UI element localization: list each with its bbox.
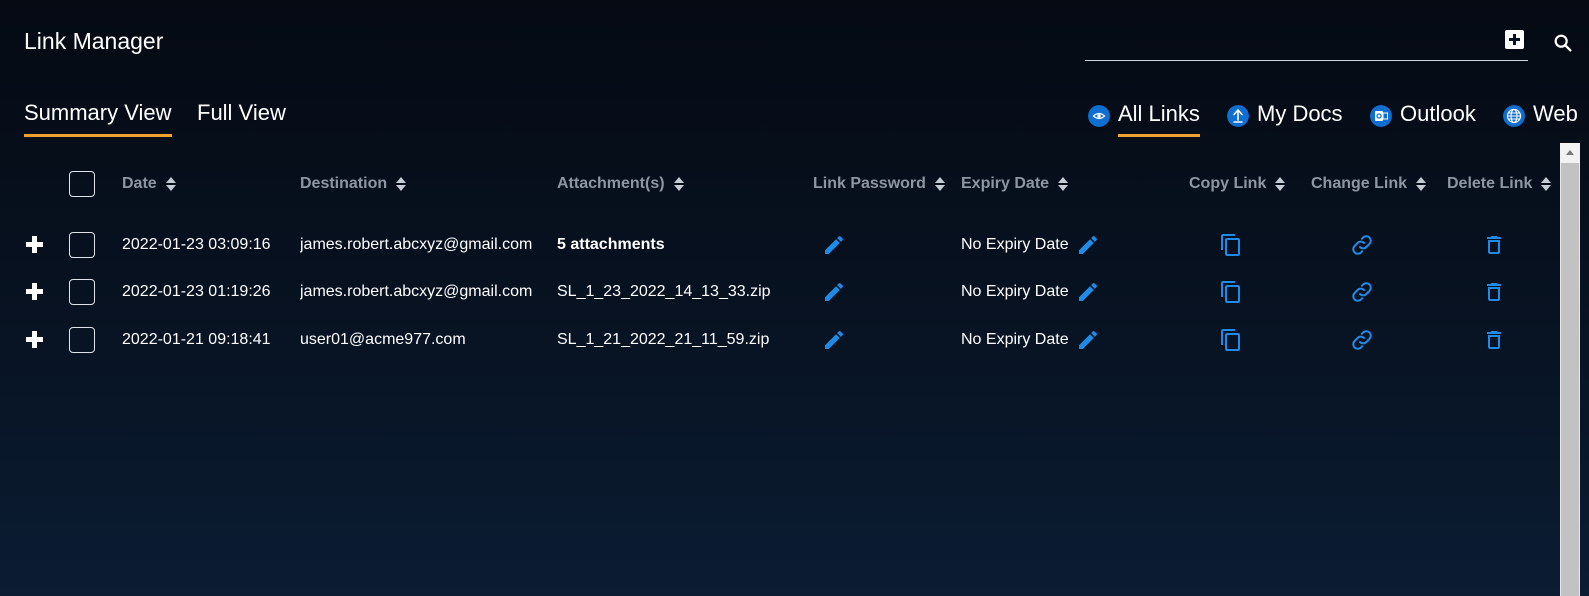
pencil-icon[interactable] bbox=[1076, 328, 1100, 352]
sort-icon bbox=[673, 177, 684, 191]
cell-date: 2022-01-21 09:18:41 bbox=[122, 331, 271, 348]
cell-expiry-date: No Expiry Date bbox=[961, 331, 1069, 348]
trash-icon[interactable] bbox=[1482, 328, 1506, 352]
link-icon[interactable] bbox=[1350, 328, 1374, 352]
vertical-scrollbar[interactable] bbox=[1560, 143, 1580, 596]
pencil-icon[interactable] bbox=[822, 328, 846, 352]
row-checkbox[interactable] bbox=[69, 279, 95, 305]
pencil-icon[interactable] bbox=[1076, 280, 1100, 304]
cell-destination: james.robert.abcxyz@gmail.com bbox=[300, 236, 533, 253]
tab-full-view[interactable]: Full View bbox=[197, 100, 286, 134]
filter-my-docs-label: My Docs bbox=[1257, 101, 1343, 126]
filter-outlook[interactable]: Outlook bbox=[1370, 101, 1476, 133]
link-icon[interactable] bbox=[1350, 233, 1374, 257]
pencil-icon[interactable] bbox=[822, 280, 846, 304]
filter-all-links-label: All Links bbox=[1118, 101, 1200, 137]
eye-icon bbox=[1088, 105, 1110, 127]
cell-attachments: SL_1_21_2022_21_11_59.zip bbox=[557, 331, 770, 348]
sort-icon bbox=[1275, 177, 1286, 191]
cell-destination: james.robert.abcxyz@gmail.com bbox=[300, 283, 533, 300]
column-header-copy-link[interactable]: Copy Link bbox=[1189, 175, 1286, 193]
add-link-button[interactable] bbox=[1505, 30, 1524, 49]
cell-attachments-link[interactable]: 5 attachments bbox=[557, 236, 665, 254]
cell-date: 2022-01-23 01:19:26 bbox=[122, 283, 271, 300]
sort-icon bbox=[165, 177, 176, 191]
cell-expiry-date: No Expiry Date bbox=[961, 283, 1069, 300]
scrollbar-thumb[interactable] bbox=[1561, 163, 1579, 596]
outlook-icon bbox=[1370, 105, 1392, 127]
cell-expiry-date: No Expiry Date bbox=[961, 236, 1069, 253]
table-row: 2022-01-21 09:18:41 user01@acme977.com S… bbox=[0, 318, 1560, 366]
select-all-checkbox[interactable] bbox=[69, 171, 95, 197]
column-header-change-link[interactable]: Change Link bbox=[1311, 175, 1427, 193]
column-header-link-password[interactable]: Link Password bbox=[813, 175, 945, 193]
filter-outlook-label: Outlook bbox=[1400, 101, 1476, 126]
column-header-expiry-date[interactable]: Expiry Date bbox=[961, 175, 1069, 193]
table-row: 2022-01-23 03:09:16 james.robert.abcxyz@… bbox=[0, 223, 1560, 271]
column-header-delete-link[interactable]: Delete Link bbox=[1447, 175, 1552, 193]
app-title: Link Manager bbox=[24, 28, 164, 54]
copy-icon[interactable] bbox=[1219, 233, 1243, 257]
globe-icon bbox=[1503, 105, 1525, 127]
filter-web-label: Web bbox=[1533, 101, 1578, 126]
cell-destination: user01@acme977.com bbox=[300, 331, 466, 348]
table-row: 2022-01-23 01:19:26 james.robert.abcxyz@… bbox=[0, 270, 1560, 318]
filter-all-links[interactable]: All Links bbox=[1088, 101, 1200, 137]
copy-icon[interactable] bbox=[1219, 280, 1243, 304]
cell-attachments: SL_1_23_2022_14_13_33.zip bbox=[557, 283, 771, 300]
column-header-destination[interactable]: Destination bbox=[300, 175, 407, 193]
expand-row-icon[interactable] bbox=[26, 331, 43, 348]
pencil-icon[interactable] bbox=[1076, 233, 1100, 257]
filter-my-docs[interactable]: My Docs bbox=[1227, 101, 1343, 133]
search-icon[interactable] bbox=[1552, 32, 1574, 54]
sort-icon bbox=[1416, 177, 1427, 191]
tab-summary-view[interactable]: Summary View bbox=[24, 100, 172, 137]
link-icon[interactable] bbox=[1350, 280, 1374, 304]
expand-row-icon[interactable] bbox=[26, 283, 43, 300]
copy-icon[interactable] bbox=[1219, 328, 1243, 352]
search-input[interactable] bbox=[1085, 60, 1528, 61]
row-checkbox[interactable] bbox=[69, 327, 95, 353]
sort-icon bbox=[396, 177, 407, 191]
pencil-icon[interactable] bbox=[822, 233, 846, 257]
scroll-up-arrow-icon[interactable] bbox=[1560, 143, 1580, 163]
row-checkbox[interactable] bbox=[69, 232, 95, 258]
filter-web[interactable]: Web bbox=[1503, 101, 1578, 133]
trash-icon[interactable] bbox=[1482, 280, 1506, 304]
column-header-date[interactable]: Date bbox=[122, 175, 176, 193]
cell-date: 2022-01-23 03:09:16 bbox=[122, 236, 271, 253]
trash-icon[interactable] bbox=[1482, 233, 1506, 257]
column-header-attachments[interactable]: Attachment(s) bbox=[557, 175, 684, 193]
sort-icon bbox=[1058, 177, 1069, 191]
expand-row-icon[interactable] bbox=[26, 236, 43, 253]
upload-icon bbox=[1227, 105, 1249, 127]
sort-icon bbox=[1541, 177, 1552, 191]
sort-icon bbox=[934, 177, 945, 191]
